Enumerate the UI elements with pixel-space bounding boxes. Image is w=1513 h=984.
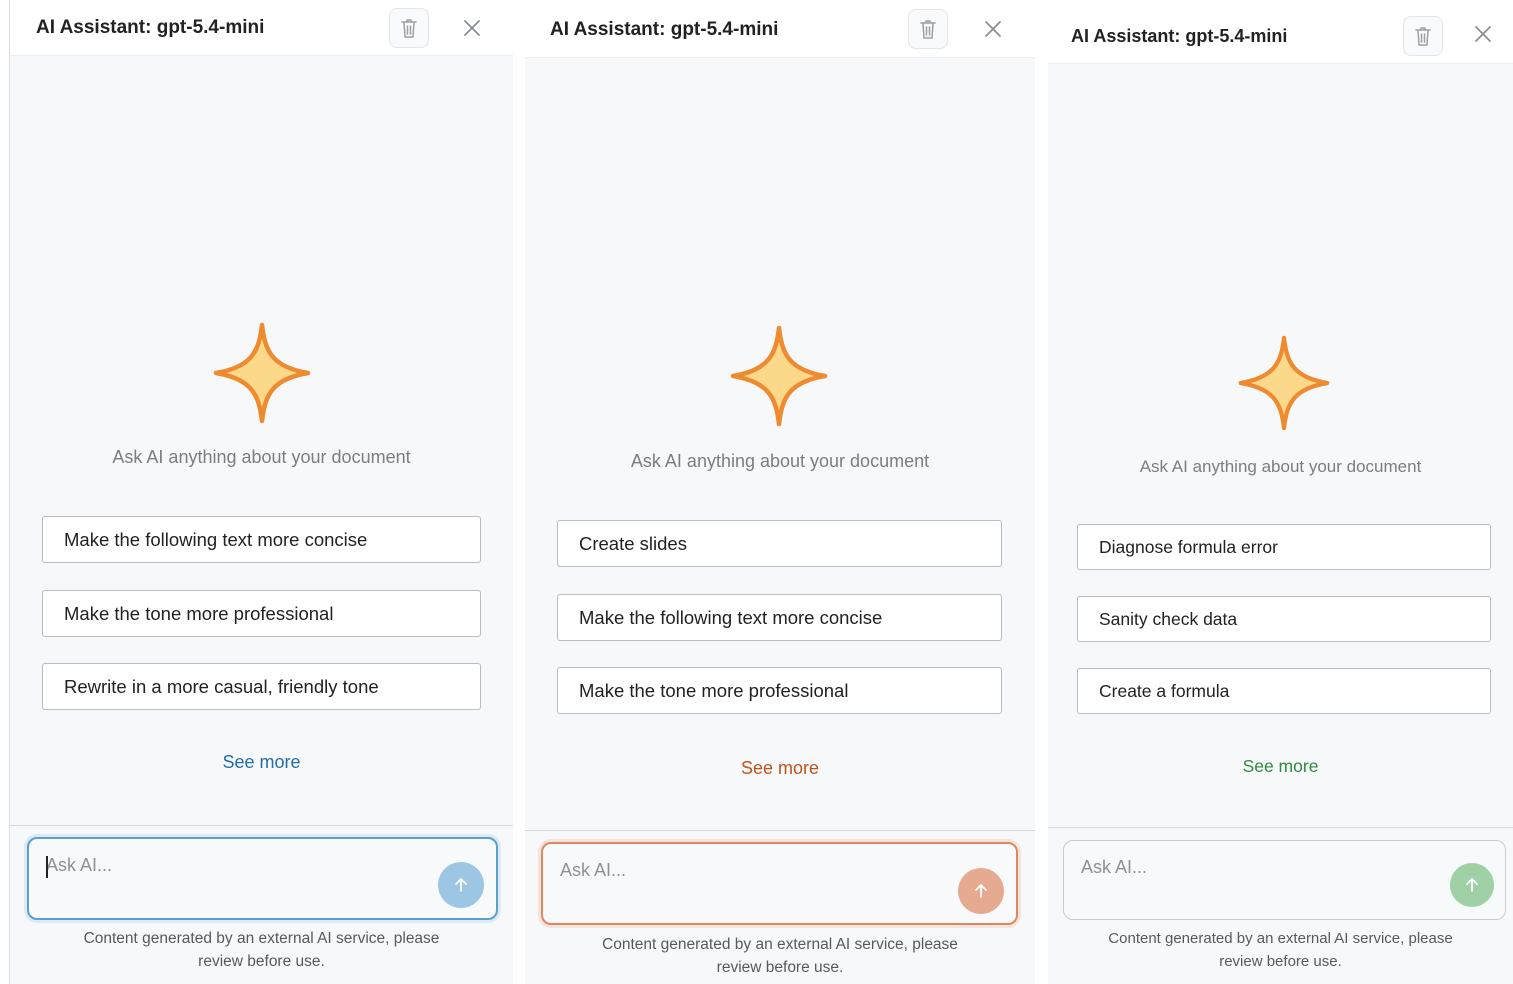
send-button[interactable]: [438, 862, 484, 908]
divider: [10, 825, 513, 826]
panel-title: AI Assistant: gpt-5.4-mini: [550, 19, 779, 40]
divider: [525, 830, 1035, 831]
ask-ai-input[interactable]: Ask AI...: [541, 842, 1018, 925]
trash-icon: [920, 20, 936, 39]
disclaimer-line-2: review before use.: [716, 959, 844, 976]
suggestion-button[interactable]: Make the tone more professional: [42, 590, 481, 637]
sparkle-star-icon: [730, 325, 828, 427]
suggestion-button[interactable]: Diagnose formula error: [1077, 524, 1491, 570]
arrow-up-icon: [455, 878, 467, 892]
ai-assistant-panel-writer: AI Assistant: gpt-5.4-mini Ask AI anythi…: [9, 0, 513, 984]
clear-chat-button[interactable]: [908, 9, 948, 49]
input-placeholder: Ask AI...: [560, 860, 627, 880]
empty-state-tagline: Ask AI anything about your document: [630, 451, 930, 471]
panel-header: AI Assistant: gpt-5.4-mini: [1048, 9, 1513, 64]
panel-title: AI Assistant: gpt-5.4-mini: [36, 16, 265, 38]
disclaimer: Content generated by an external AI serv…: [1048, 927, 1513, 973]
see-more-link[interactable]: See more: [10, 752, 513, 773]
disclaimer-line-1: Content generated by an external AI serv…: [602, 936, 958, 953]
close-icon: [985, 21, 1001, 37]
suggestion-button[interactable]: Make the tone more professional: [557, 667, 1002, 714]
suggestion-button[interactable]: Create a formula: [1077, 668, 1491, 714]
trash-icon: [401, 19, 417, 38]
close-button[interactable]: [1469, 20, 1497, 48]
input-placeholder: Ask AI...: [46, 855, 113, 878]
sparkle-star-icon: [1238, 335, 1330, 431]
suggestion-button[interactable]: Make the following text more concise: [557, 594, 1002, 641]
disclaimer: Content generated by an external AI serv…: [10, 927, 513, 973]
see-more-link[interactable]: See more: [1048, 756, 1513, 777]
see-more-link[interactable]: See more: [525, 758, 1035, 779]
panel-title: AI Assistant: gpt-5.4-mini: [1071, 25, 1288, 46]
arrow-up-icon: [975, 884, 987, 898]
close-icon: [464, 20, 480, 36]
empty-state-tagline: Ask AI anything about your document: [1139, 457, 1422, 476]
ask-ai-input[interactable]: Ask AI...: [27, 837, 498, 920]
suggestion-button[interactable]: Make the following text more concise: [42, 516, 481, 563]
input-placeholder: Ask AI...: [1081, 857, 1148, 877]
suggestion-button[interactable]: Sanity check data: [1077, 596, 1491, 642]
disclaimer-line-1: Content generated by an external AI serv…: [83, 930, 440, 947]
ai-assistant-panel-spreadsheet: AI Assistant: gpt-5.4-mini Ask AI anythi…: [1048, 9, 1513, 984]
empty-state-tagline: Ask AI anything about your document: [112, 447, 411, 467]
send-button[interactable]: [958, 868, 1004, 914]
arrow-up-icon: [1466, 878, 1478, 892]
ask-ai-input[interactable]: Ask AI...: [1063, 840, 1506, 920]
disclaimer-line-1: Content generated by an external AI serv…: [1108, 930, 1453, 947]
clear-chat-button[interactable]: [1403, 16, 1443, 56]
suggestion-button[interactable]: Rewrite in a more casual, friendly tone: [42, 663, 481, 710]
clear-chat-button[interactable]: [389, 8, 429, 48]
ai-assistant-panel-slides: AI Assistant: gpt-5.4-mini Ask AI anythi…: [525, 3, 1035, 984]
sparkle-star-icon: [213, 322, 311, 424]
close-button[interactable]: [979, 15, 1007, 43]
disclaimer-line-2: review before use.: [1219, 953, 1342, 970]
close-button[interactable]: [458, 14, 486, 42]
disclaimer-line-2: review before use.: [198, 953, 325, 970]
disclaimer: Content generated by an external AI serv…: [525, 933, 1035, 979]
panel-header: AI Assistant: gpt-5.4-mini: [10, 0, 513, 56]
close-icon: [1475, 26, 1491, 42]
send-button[interactable]: [1450, 863, 1494, 907]
suggestion-button[interactable]: Create slides: [557, 520, 1002, 567]
divider: [1048, 827, 1513, 828]
trash-icon: [1415, 27, 1431, 46]
panel-header: AI Assistant: gpt-5.4-mini: [525, 3, 1035, 58]
